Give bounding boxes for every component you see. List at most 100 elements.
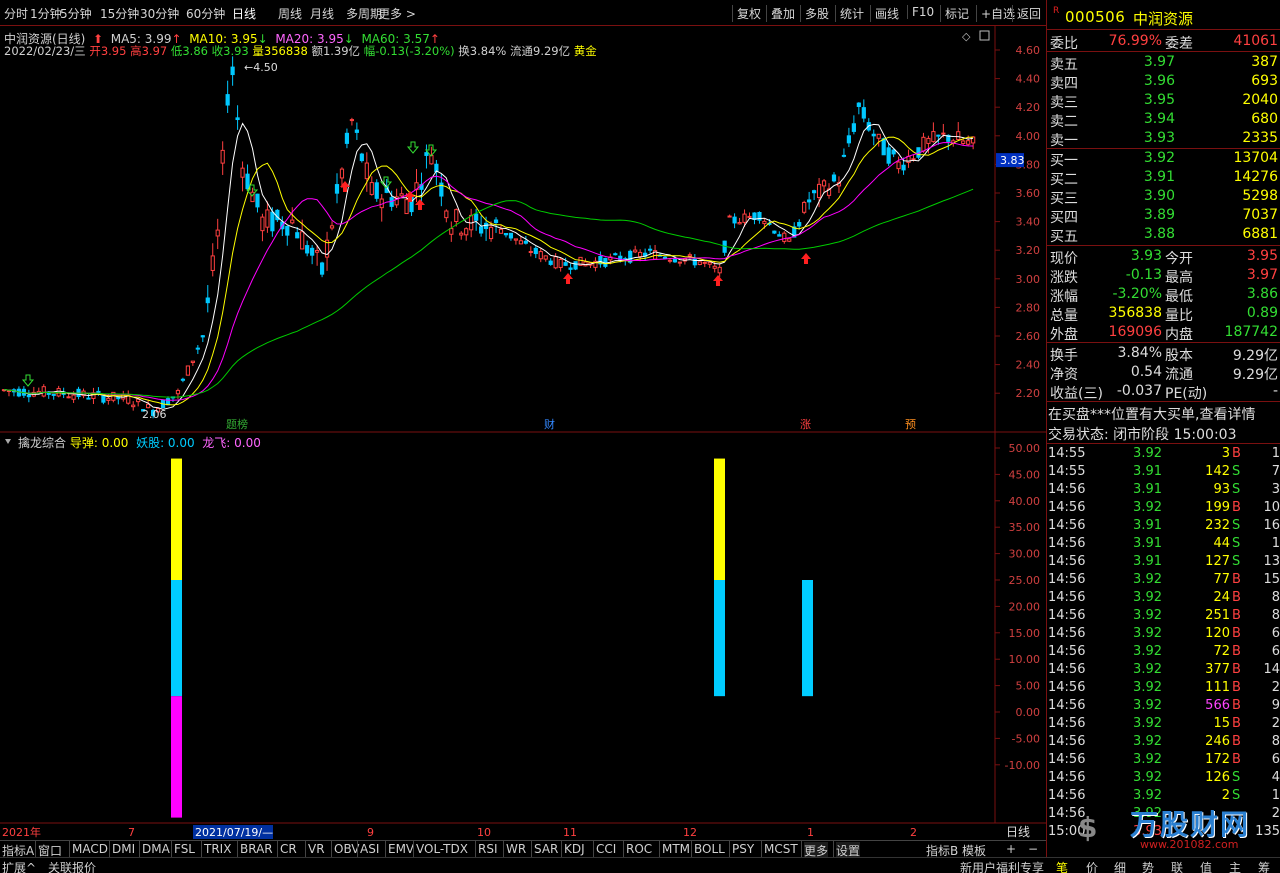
toolbar-button-7[interactable]: +自选 bbox=[976, 5, 1015, 22]
bid-label: 买五 bbox=[1050, 229, 1078, 245]
tick-time: 14:56 bbox=[1048, 518, 1086, 533]
sector-tag[interactable]: 黄金 bbox=[574, 44, 597, 58]
event-tag[interactable]: 涨 bbox=[800, 418, 811, 431]
indicator-tab-2[interactable]: MACD bbox=[72, 842, 108, 856]
tab-separator bbox=[237, 841, 238, 857]
bottom-tab-6[interactable]: 值 bbox=[1200, 859, 1212, 873]
tick-price: 3.91 bbox=[1133, 554, 1162, 569]
yaogu-value: 妖股: 0.00 bbox=[136, 436, 195, 450]
toolbar-button-6[interactable]: 标记 bbox=[940, 5, 969, 22]
indicator-tab-22[interactable]: PSY bbox=[732, 842, 754, 856]
tick-price: 3.93 bbox=[1133, 824, 1162, 839]
period-tab-1[interactable]: 1分钟 bbox=[30, 5, 62, 22]
period-tab-3[interactable]: 15分钟 bbox=[100, 5, 139, 22]
diamond-icon[interactable]: ◇ bbox=[962, 30, 971, 43]
period-tab-5[interactable]: 60分钟 bbox=[186, 5, 225, 22]
indicator-tab-15[interactable]: WR bbox=[506, 842, 526, 856]
right-tab-3[interactable]: − bbox=[1028, 842, 1038, 856]
tick-count: 3 bbox=[1271, 482, 1280, 497]
separator bbox=[1047, 51, 1280, 52]
indicator-tab-19[interactable]: ROC bbox=[626, 842, 652, 856]
bottom-link-0[interactable]: 扩展^ bbox=[2, 859, 36, 873]
bottom-tab-3[interactable]: 细 bbox=[1114, 859, 1126, 873]
tick-time: 14:56 bbox=[1048, 590, 1086, 605]
tick-price: 3.92 bbox=[1133, 662, 1162, 677]
bottom-tab-2[interactable]: 价 bbox=[1086, 859, 1098, 873]
tick-side: S bbox=[1232, 554, 1241, 569]
indicator-tab-21[interactable]: BOLL bbox=[694, 842, 725, 856]
toolbar-button-8[interactable]: 返回 bbox=[1012, 5, 1041, 22]
window-icon[interactable] bbox=[979, 30, 990, 41]
bottom-tab-8[interactable]: 筹 bbox=[1258, 859, 1270, 873]
tab-separator bbox=[35, 841, 36, 857]
bid-price: 3.91 bbox=[1143, 169, 1175, 185]
indicator-tab-10[interactable]: OBV bbox=[334, 842, 360, 856]
tick-row: 14:56 3.92 251 B 8 bbox=[1048, 607, 1280, 625]
stock-name[interactable]: 中润资源 bbox=[1133, 8, 1193, 29]
period-tab-8[interactable]: 月线 bbox=[310, 5, 334, 22]
bottom-tab-4[interactable]: 势 bbox=[1142, 859, 1154, 873]
period-tab-2[interactable]: 5分钟 bbox=[60, 5, 92, 22]
tick-side: S bbox=[1232, 536, 1241, 551]
period-tab-9[interactable]: 多周期 bbox=[346, 5, 382, 22]
indicator-tab-14[interactable]: RSI bbox=[478, 842, 498, 856]
event-tag[interactable]: 财 bbox=[544, 417, 555, 431]
right-tab-2[interactable]: + bbox=[1006, 842, 1016, 856]
tick-count: 6 bbox=[1271, 752, 1280, 767]
event-tag[interactable]: 题榜 bbox=[226, 417, 248, 431]
candle bbox=[101, 395, 106, 403]
indicator-tab-4[interactable]: DMA bbox=[142, 842, 170, 856]
indicator-tab-3[interactable]: DMI bbox=[112, 842, 135, 856]
candle bbox=[334, 184, 340, 194]
indicator-tab-16[interactable]: SAR bbox=[534, 842, 558, 856]
indicator-tab-13[interactable]: VOL-TDX bbox=[416, 842, 468, 856]
indicator-tab-12[interactable]: EMV bbox=[388, 842, 414, 856]
toolbar-button-1[interactable]: 叠加 bbox=[766, 5, 795, 22]
indicator-tab-18[interactable]: CCI bbox=[596, 842, 616, 856]
indicator-tab-11[interactable]: ASI bbox=[360, 842, 379, 856]
candle bbox=[41, 386, 46, 397]
tick-count: 8 bbox=[1271, 734, 1280, 749]
event-tag[interactable]: 预 bbox=[905, 418, 916, 431]
period-tab-7[interactable]: 周线 bbox=[278, 5, 302, 22]
price-axis-label: 3.20 bbox=[1016, 244, 1041, 257]
toolbar-button-3[interactable]: 统计 bbox=[835, 5, 864, 22]
bottom-tab-1[interactable]: 笔 bbox=[1056, 859, 1068, 873]
bottom-link-1[interactable]: 关联报价 bbox=[48, 859, 96, 873]
tick-count: 1 bbox=[1271, 788, 1280, 803]
indicator-tab-20[interactable]: MTM bbox=[662, 842, 690, 856]
indicator-tab-6[interactable]: TRIX bbox=[204, 842, 231, 856]
stock-code[interactable]: 000506 bbox=[1065, 8, 1125, 26]
bottom-tab-5[interactable]: 联 bbox=[1171, 859, 1183, 873]
period-tab-4[interactable]: 30分钟 bbox=[140, 5, 179, 22]
candle bbox=[538, 251, 543, 260]
period-tab-6[interactable]: 日线 bbox=[232, 5, 256, 22]
candle bbox=[210, 255, 215, 271]
period-tab-10[interactable]: 更多 > bbox=[378, 5, 416, 22]
candle bbox=[871, 133, 876, 137]
bottom-tab-7[interactable]: 主 bbox=[1229, 859, 1241, 873]
indicator-tab-9[interactable]: VR bbox=[308, 842, 325, 856]
big-order-notice[interactable]: 在买盘***位置有大买单,查看详情 bbox=[1048, 404, 1280, 423]
tick-side: B bbox=[1232, 644, 1241, 659]
candle bbox=[802, 201, 807, 213]
indicator-tab-5[interactable]: FSL bbox=[174, 842, 195, 856]
indicator-tab-23[interactable]: MCST bbox=[764, 842, 798, 856]
toolbar-button-5[interactable]: F10 bbox=[907, 5, 934, 19]
toolbar-button-2[interactable]: 多股 bbox=[800, 5, 829, 22]
indicator-tab-8[interactable]: CR bbox=[280, 842, 297, 856]
ask-volume: 2335 bbox=[1242, 130, 1278, 146]
price-axis-label: 4.20 bbox=[1016, 101, 1041, 114]
indicator-name[interactable]: 擒龙综合 bbox=[18, 436, 66, 450]
tab-separator bbox=[139, 841, 140, 857]
toolbar-button-4[interactable]: 画线 bbox=[870, 5, 899, 22]
bottom-tab-0[interactable]: 新用户福利专享 bbox=[960, 859, 1044, 873]
period-tab-0[interactable]: 分时 bbox=[4, 5, 28, 22]
indicator-tab-17[interactable]: KDJ bbox=[564, 842, 585, 856]
collapse-icon[interactable] bbox=[5, 439, 11, 444]
candle bbox=[488, 226, 494, 240]
indicator-tab-7[interactable]: BRAR bbox=[240, 842, 273, 856]
period-indicator[interactable]: 日线 bbox=[1006, 825, 1030, 839]
toolbar-button-0[interactable]: 复权 bbox=[732, 5, 761, 22]
time-axis-label: 2 bbox=[910, 826, 917, 839]
